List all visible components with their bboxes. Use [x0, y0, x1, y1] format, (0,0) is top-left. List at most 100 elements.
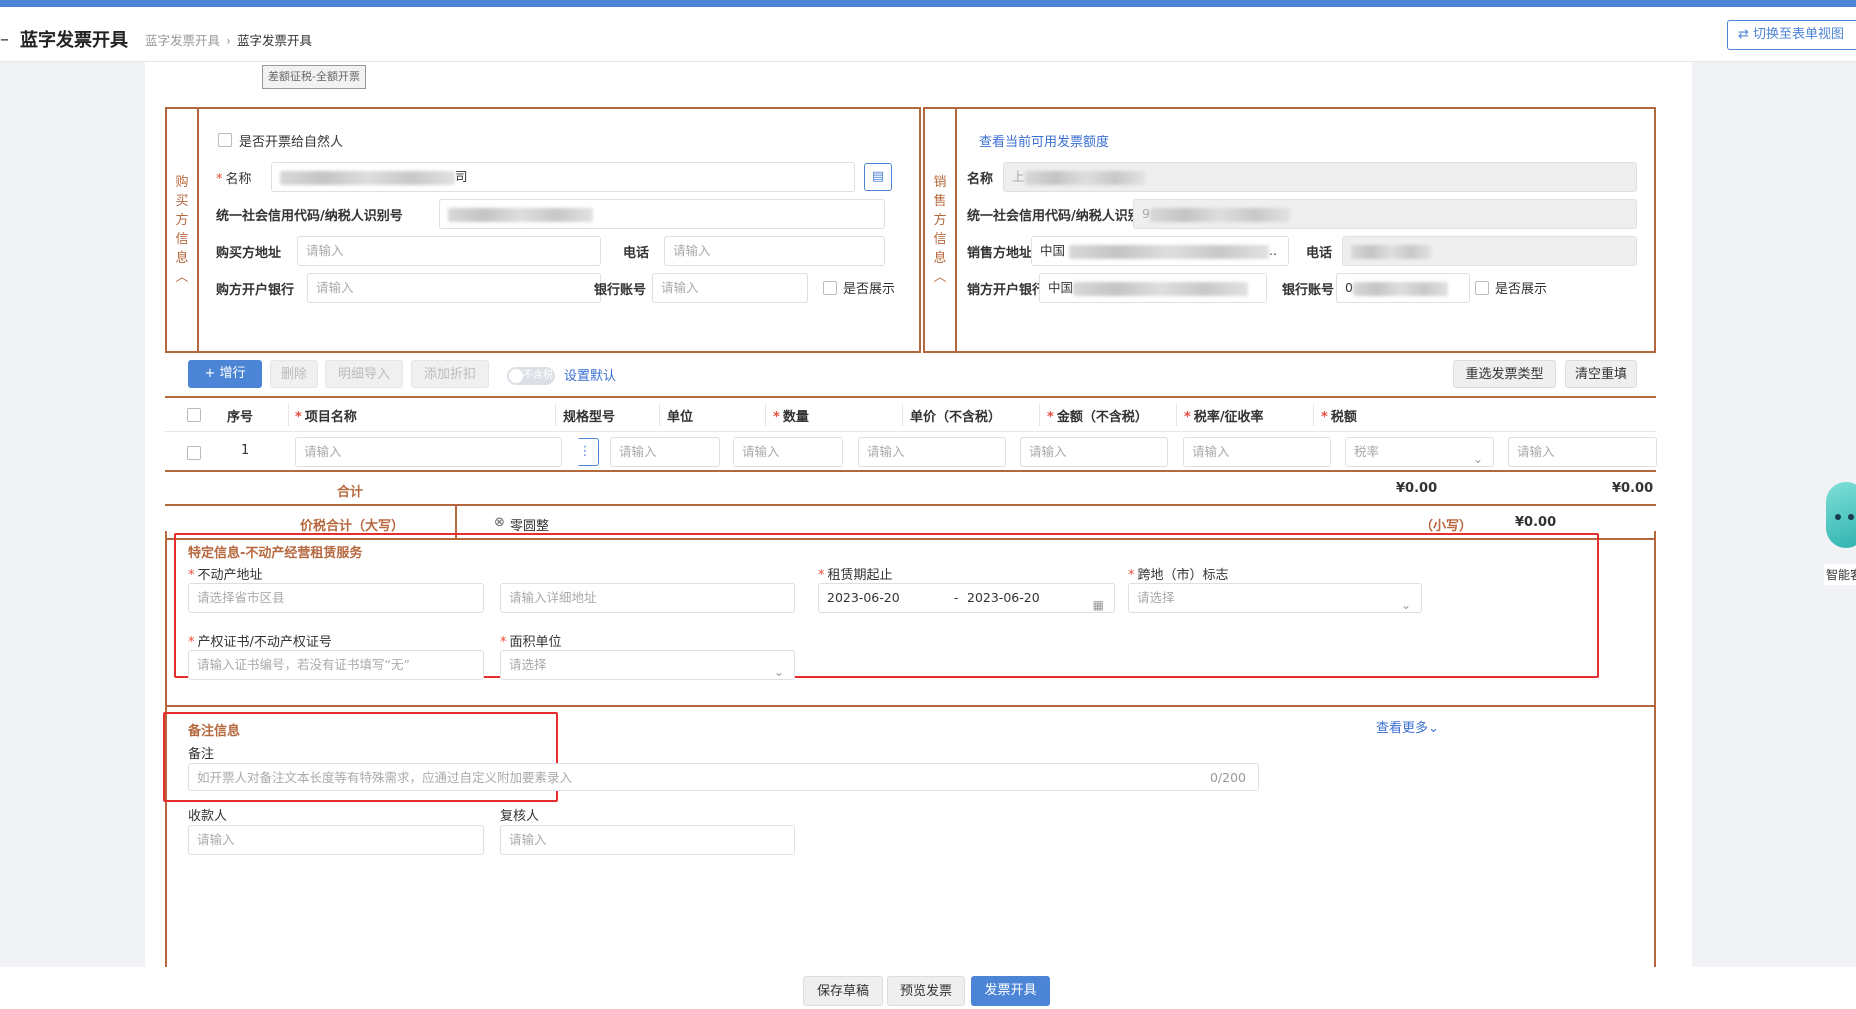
- assistant-label: 智能客: [1824, 564, 1856, 585]
- close-circle-icon: ⊗: [494, 515, 505, 530]
- lease-end: 2023-06-20: [967, 590, 1040, 605]
- detail-address-input[interactable]: 请输入详细地址: [500, 583, 795, 613]
- buyer-account-label: 银行账号: [594, 283, 647, 298]
- issue-invoice-button[interactable]: 发票开具: [971, 976, 1050, 1006]
- quantity-input[interactable]: 请输入: [858, 437, 1006, 467]
- item-name-input[interactable]: 请输入: [295, 437, 562, 467]
- spec-input[interactable]: 请输入: [610, 437, 720, 467]
- amount-input[interactable]: 请输入: [1183, 437, 1331, 467]
- collapse-icon[interactable]: ︿: [933, 268, 946, 287]
- buyer-name-label: 名称: [216, 168, 252, 187]
- buyer-lookup-icon[interactable]: ▤: [864, 163, 892, 191]
- buyer-bank-input[interactable]: 请输入: [307, 273, 601, 303]
- area-unit-label: 面积单位: [500, 631, 562, 650]
- special-info-title: 特定信息-不动产经营租赁服务: [188, 546, 363, 561]
- swap-icon: ⇄: [1738, 27, 1754, 42]
- breadcrumb-item-current: 蓝字发票开具: [237, 33, 313, 48]
- invoice-form: 差额征税-全额开票 购 买 方 信 息 ︿ 是否开票给自然人 名称 司 ▤ 统一…: [145, 62, 1692, 967]
- sum-amount: ¥0.00: [1396, 481, 1438, 496]
- reselect-invoice-type-button[interactable]: 重选发票类型: [1453, 360, 1556, 388]
- region-select[interactable]: 请选择省市区县: [188, 583, 484, 613]
- buyer-phone-label: 电话: [623, 246, 650, 261]
- collapse-icon[interactable]: ︿: [175, 268, 188, 287]
- reviewer-label: 复核人: [500, 809, 540, 824]
- breadcrumb-item-parent[interactable]: 蓝字发票开具: [145, 33, 220, 48]
- tax-rate-select[interactable]: 税率 ⌄: [1345, 437, 1494, 467]
- seller-account-input[interactable]: 0: [1336, 273, 1470, 303]
- seller-phone-label: 电话: [1306, 246, 1333, 261]
- chevron-down-icon: ⌄: [1472, 452, 1483, 466]
- add-discount-button[interactable]: 添加折扣: [411, 360, 489, 388]
- redacted-text: [1069, 244, 1269, 259]
- delete-button[interactable]: 删除: [270, 360, 318, 388]
- buyer-address-input[interactable]: 请输入: [297, 236, 601, 266]
- seller-address-label: 销售方地址: [967, 246, 1033, 261]
- cross-city-select[interactable]: 请选择 ⌄: [1128, 583, 1422, 613]
- tax-amount-input[interactable]: 请输入: [1508, 437, 1657, 467]
- sum-row: 合计 ¥0.00 ¥0.00: [165, 472, 1656, 506]
- switch-form-view-button[interactable]: ⇄ 切换至表单视图: [1727, 20, 1856, 50]
- natural-person-checkbox[interactable]: [218, 133, 232, 147]
- cert-input[interactable]: 请输入证书编号，若没有证书填写“无”: [188, 650, 484, 680]
- clear-refill-button[interactable]: 清空重填: [1565, 360, 1637, 388]
- seller-section-label[interactable]: 销 售 方 信 息 ︿: [925, 109, 957, 351]
- area-unit-select[interactable]: 请选择 ⌄: [500, 650, 795, 680]
- cert-label: 产权证书/不动产权证号: [188, 631, 332, 650]
- sum-tax: ¥0.00: [1612, 481, 1654, 496]
- seller-bank-input[interactable]: 中国: [1039, 273, 1267, 303]
- seller-address-input[interactable]: 中国 ..: [1031, 236, 1289, 266]
- total-small-value: ¥0.00: [1515, 515, 1557, 530]
- column-header: 单价（不含税）: [910, 410, 1002, 425]
- seller-name-label: 名称: [967, 172, 994, 187]
- smart-assistant-widget[interactable]: 智能客: [1822, 482, 1856, 602]
- row-checkbox[interactable]: [187, 446, 201, 460]
- lease-period-picker[interactable]: 2023-06-20 - 2023-06-20 ▦: [818, 583, 1115, 613]
- seller-show-checkbox[interactable]: [1475, 281, 1489, 295]
- save-draft-button[interactable]: 保存草稿: [803, 976, 883, 1006]
- buyer-bank-label: 购方开户银行: [216, 283, 295, 298]
- invoice-type-tag: 差额征税-全额开票: [262, 65, 366, 89]
- back-icon[interactable]: –: [0, 29, 9, 50]
- available-quota-link[interactable]: 查看当前可用发票额度: [979, 131, 1109, 150]
- column-header: 单位: [667, 410, 694, 425]
- buyer-account-input[interactable]: 请输入: [652, 273, 808, 303]
- buyer-info-section: 购 买 方 信 息 ︿ 是否开票给自然人 名称 司 ▤ 统一社会信用代码/纳税人…: [165, 107, 921, 353]
- column-header: 数量: [773, 406, 809, 425]
- breadcrumb-separator: ›: [226, 33, 232, 48]
- column-header: 税率/征收率: [1184, 406, 1264, 425]
- cross-city-label: 跨地（市）标志: [1128, 564, 1229, 583]
- buyer-phone-input[interactable]: 请输入: [664, 236, 885, 266]
- unit-input[interactable]: 请输入: [733, 437, 843, 467]
- column-header: 项目名称: [295, 406, 357, 425]
- buyer-show-label: 是否展示: [843, 282, 896, 297]
- view-more-link[interactable]: 查看更多⌄: [1376, 717, 1439, 736]
- set-default-link[interactable]: 设置默认: [564, 365, 616, 384]
- sum-label: 合计: [337, 485, 364, 500]
- page-title: 蓝字发票开具: [20, 30, 128, 51]
- page-header: – 蓝字发票开具 蓝字发票开具 › 蓝字发票开具 ⇄ 切换至表单视图: [0, 7, 1856, 62]
- top-accent-bar: [0, 0, 1856, 7]
- select-all-checkbox[interactable]: [187, 408, 201, 422]
- chevron-down-icon: ⌄: [1400, 598, 1411, 612]
- remark-textarea[interactable]: 如开票人对备注文本长度等有特殊需求，应通过自定义附加要素录入 0/200: [188, 763, 1259, 791]
- buyer-tax-id-input[interactable]: [439, 199, 885, 229]
- reviewer-input[interactable]: 请输入: [500, 825, 795, 855]
- add-row-button[interactable]: + 增行: [188, 360, 262, 388]
- buyer-section-label[interactable]: 购 买 方 信 息 ︿: [167, 109, 199, 351]
- column-header: 税额: [1321, 406, 1357, 425]
- preview-invoice-button[interactable]: 预览发票: [887, 976, 965, 1006]
- payee-input[interactable]: 请输入: [188, 825, 484, 855]
- unit-price-input[interactable]: 请输入: [1020, 437, 1168, 467]
- column-header: 金额（不含税）: [1047, 406, 1148, 425]
- chevron-down-icon: ⌄: [773, 665, 784, 679]
- redacted-text: [448, 207, 593, 222]
- remarks-title: 备注信息: [188, 724, 241, 739]
- buyer-name-input[interactable]: 司: [271, 162, 855, 192]
- detail-import-button[interactable]: 明细导入: [325, 360, 403, 388]
- tax-inclusive-toggle[interactable]: 不含税: [507, 367, 555, 385]
- remark-label: 备注: [188, 747, 215, 762]
- lease-start: 2023-06-20: [827, 590, 900, 605]
- buyer-show-checkbox[interactable]: [823, 281, 837, 295]
- column-header: 序号: [227, 410, 254, 425]
- table-row: 1 请输入 ⋮ 请输入 请输入 请输入 请输入 请输入 税率 ⌄ 请输入: [165, 432, 1657, 472]
